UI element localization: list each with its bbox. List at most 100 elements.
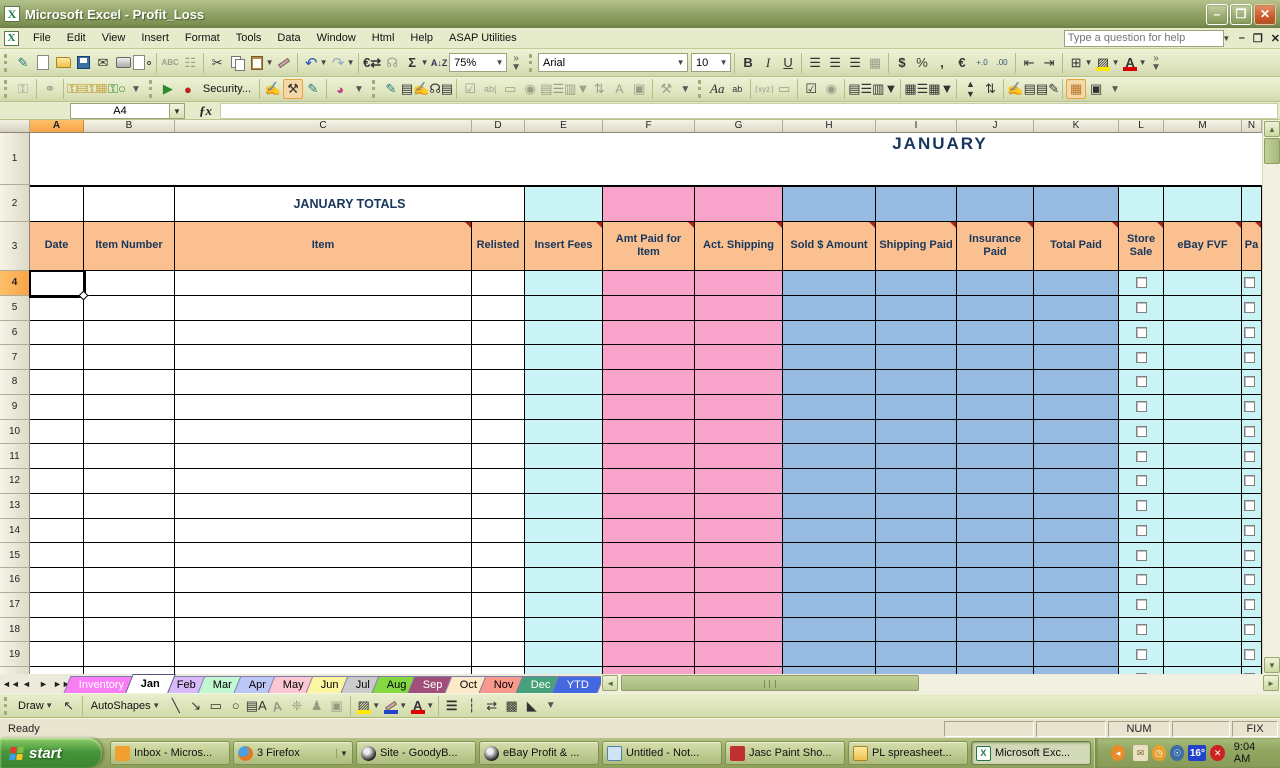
increase-decimal-icon[interactable]: +.0 bbox=[972, 53, 992, 73]
visual-basic-editor-icon[interactable]: ✍ bbox=[263, 79, 283, 99]
cell-B8[interactable] bbox=[84, 370, 175, 395]
label-control-icon[interactable]: A bbox=[609, 79, 629, 99]
menu-window[interactable]: Window bbox=[309, 29, 364, 47]
cell-K20[interactable] bbox=[1034, 667, 1119, 674]
cell-G19[interactable] bbox=[695, 642, 783, 667]
row-header-7[interactable]: 7 bbox=[0, 345, 30, 370]
toolbar-options-icon[interactable]: » ▼ bbox=[511, 53, 521, 72]
cell-L4[interactable] bbox=[1119, 271, 1164, 296]
cell-E11[interactable] bbox=[525, 444, 603, 469]
cell-G10[interactable] bbox=[695, 419, 783, 445]
cell-C2[interactable]: JANUARY TOTALS bbox=[175, 185, 525, 222]
cell-G7[interactable] bbox=[695, 345, 783, 370]
first-sheet-icon[interactable]: ◄◄ bbox=[2, 677, 20, 692]
cell-B4[interactable] bbox=[84, 271, 175, 296]
toolbar-options-icon[interactable]: ▼ bbox=[131, 84, 141, 94]
cell-G13[interactable] bbox=[695, 493, 783, 519]
taskbar-button-notepad[interactable]: Untitled - Not... bbox=[601, 741, 722, 765]
cell-B20[interactable] bbox=[84, 667, 175, 674]
cell-A18[interactable] bbox=[30, 617, 84, 643]
textbox-control-icon[interactable]: ab| bbox=[480, 79, 500, 99]
permissions-icon[interactable]: ⚭ bbox=[40, 79, 60, 99]
cell-J12[interactable] bbox=[957, 469, 1034, 494]
cell-E12[interactable] bbox=[525, 469, 603, 494]
cell-C8[interactable] bbox=[175, 370, 472, 395]
diagram-icon[interactable]: ❈ bbox=[287, 696, 307, 716]
cell-B11[interactable] bbox=[84, 444, 175, 469]
comma-icon[interactable]: , bbox=[932, 53, 952, 73]
arrow-style-icon[interactable]: ⇄ bbox=[482, 696, 502, 716]
cell-K15[interactable] bbox=[1034, 543, 1119, 568]
cell-E18[interactable] bbox=[525, 617, 603, 643]
cell-K18[interactable] bbox=[1034, 617, 1119, 643]
cell-N15[interactable] bbox=[1242, 543, 1262, 568]
cell-N20[interactable] bbox=[1242, 667, 1262, 674]
cell-J8[interactable] bbox=[957, 370, 1034, 395]
cell-H16[interactable] bbox=[783, 568, 876, 593]
cell-L11[interactable] bbox=[1119, 444, 1164, 469]
cell-L10[interactable] bbox=[1119, 419, 1164, 445]
cell-K9[interactable] bbox=[1034, 394, 1119, 420]
cell-F8[interactable] bbox=[603, 370, 695, 395]
toolbar-grip[interactable] bbox=[698, 80, 703, 98]
cell-M7[interactable] bbox=[1164, 345, 1242, 370]
cell-B19[interactable] bbox=[84, 642, 175, 667]
scroll-right-icon[interactable]: ► bbox=[1263, 675, 1279, 691]
col-header-B[interactable]: B bbox=[84, 120, 175, 133]
formula-input[interactable] bbox=[220, 102, 1278, 119]
cell-I19[interactable] bbox=[876, 642, 957, 667]
cell-M6[interactable] bbox=[1164, 320, 1242, 346]
workbook-minimize-icon[interactable]: – bbox=[1239, 32, 1245, 44]
cell-E4[interactable] bbox=[525, 271, 603, 296]
help-dropdown-icon[interactable]: ▼ bbox=[1222, 34, 1231, 43]
cell-F20[interactable] bbox=[603, 667, 695, 674]
arrow-icon[interactable]: ↘ bbox=[186, 696, 206, 716]
cell-K17[interactable] bbox=[1034, 592, 1119, 618]
cell-B14[interactable] bbox=[84, 518, 175, 544]
taskbar-button-firefox[interactable]: 3 Firefox ▼ bbox=[232, 741, 353, 765]
row-header-8[interactable]: 8 bbox=[0, 370, 30, 395]
horizontal-scrollbar[interactable]: ◄ ► bbox=[601, 675, 1280, 692]
checkbox-L12[interactable] bbox=[1135, 475, 1147, 487]
name-box[interactable]: A4 bbox=[70, 102, 170, 119]
select-all-corner[interactable] bbox=[0, 120, 30, 133]
cell-M19[interactable] bbox=[1164, 642, 1242, 667]
toolbar-options-icon[interactable]: ▼ bbox=[354, 84, 364, 94]
cell-J11[interactable] bbox=[957, 444, 1034, 469]
cell-C17[interactable] bbox=[175, 592, 472, 618]
cell-G9[interactable] bbox=[695, 394, 783, 420]
toolbar-grip[interactable] bbox=[529, 53, 534, 72]
shadow-style-icon[interactable]: ▩ bbox=[502, 696, 522, 716]
cell-K12[interactable] bbox=[1034, 469, 1119, 494]
option-control-icon[interactable]: ◉ bbox=[520, 79, 540, 99]
cell-G17[interactable] bbox=[695, 592, 783, 618]
cell-L14[interactable] bbox=[1119, 518, 1164, 544]
cell-G18[interactable] bbox=[695, 617, 783, 643]
cell-A19[interactable] bbox=[30, 642, 84, 667]
font-size-combobox[interactable]: 10 ▼ bbox=[691, 53, 732, 72]
cell-K16[interactable] bbox=[1034, 568, 1119, 593]
toolbar-grip[interactable] bbox=[4, 53, 9, 72]
cell-J4[interactable] bbox=[957, 271, 1034, 296]
cell-H19[interactable] bbox=[783, 642, 876, 667]
new-document-icon[interactable] bbox=[33, 53, 53, 73]
checkbox-L5[interactable] bbox=[1135, 302, 1147, 314]
currency-icon[interactable]: $ bbox=[892, 53, 912, 73]
hyperlink-icon[interactable]: ☊ bbox=[382, 53, 402, 73]
cell-L18[interactable] bbox=[1119, 617, 1164, 643]
col-header-G[interactable]: G bbox=[695, 120, 783, 133]
security-button[interactable]: Security... bbox=[198, 81, 256, 97]
protect-workbook-icon[interactable]: ⚿▦ bbox=[87, 79, 107, 99]
cell-G6[interactable] bbox=[695, 320, 783, 346]
script-editor-icon[interactable]: ✎ bbox=[303, 79, 323, 99]
cell-B2[interactable] bbox=[84, 185, 175, 222]
cell-D17[interactable] bbox=[472, 592, 525, 618]
save-icon[interactable] bbox=[73, 53, 93, 73]
checkbox-N8[interactable] bbox=[1244, 376, 1255, 388]
cell-H9[interactable] bbox=[783, 394, 876, 420]
euro-icon[interactable]: € bbox=[952, 53, 972, 73]
row-header-9[interactable]: 9 bbox=[0, 394, 30, 420]
cell-C20[interactable] bbox=[175, 667, 472, 674]
cell-F14[interactable] bbox=[603, 518, 695, 544]
cell-B13[interactable] bbox=[84, 493, 175, 519]
